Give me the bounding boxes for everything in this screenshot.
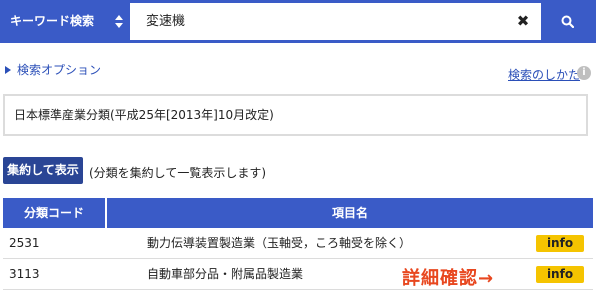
row-code: 3113: [9, 267, 40, 281]
row-name: 動力伝導装置製造業（玉軸受，ころ軸受を除く）: [147, 236, 412, 250]
select-arrows-icon: [115, 15, 123, 29]
search-howto-link[interactable]: 検索のしかた: [508, 66, 580, 83]
row-code: 2531: [9, 236, 40, 250]
table-header: 分類コード 項目名: [3, 198, 593, 228]
info-button[interactable]: info: [536, 266, 584, 283]
search-mode-select[interactable]: キーワード検索: [3, 3, 127, 40]
search-icon: [561, 15, 574, 28]
triangle-right-icon: [5, 65, 11, 74]
search-options-toggle[interactable]: 検索オプション: [5, 61, 101, 78]
results-table: 分類コード 項目名 2531 動力伝導装置製造業（玉軸受，ころ軸受を除く） in…: [3, 198, 593, 290]
search-bar: キーワード検索 変速機 ✖: [0, 0, 596, 43]
aggregate-display-button[interactable]: 集約して表示: [3, 157, 83, 184]
classification-version: 日本標準産業分類(平成25年[2013年]10月改定): [3, 94, 588, 136]
table-row: 3113 自動車部分品・附属品製造業 info: [3, 259, 593, 290]
column-header-code: 分類コード: [3, 198, 105, 228]
info-icon[interactable]: i: [577, 66, 591, 80]
info-button[interactable]: info: [536, 235, 584, 252]
search-options-label: 検索オプション: [17, 63, 102, 77]
row-name: 自動車部分品・附属品製造業: [147, 267, 304, 281]
clear-icon[interactable]: ✖: [516, 14, 530, 29]
search-input[interactable]: 変速機: [130, 3, 541, 40]
detail-check-annotation: 詳細確認→: [402, 268, 495, 289]
aggregate-note: (分類を集約して一覧表示します): [89, 166, 267, 180]
search-button[interactable]: [543, 3, 593, 40]
table-row: 2531 動力伝導装置製造業（玉軸受，ころ軸受を除く） info: [3, 228, 593, 259]
search-mode-label: キーワード検索: [10, 14, 95, 28]
column-header-name: 項目名: [107, 198, 593, 228]
